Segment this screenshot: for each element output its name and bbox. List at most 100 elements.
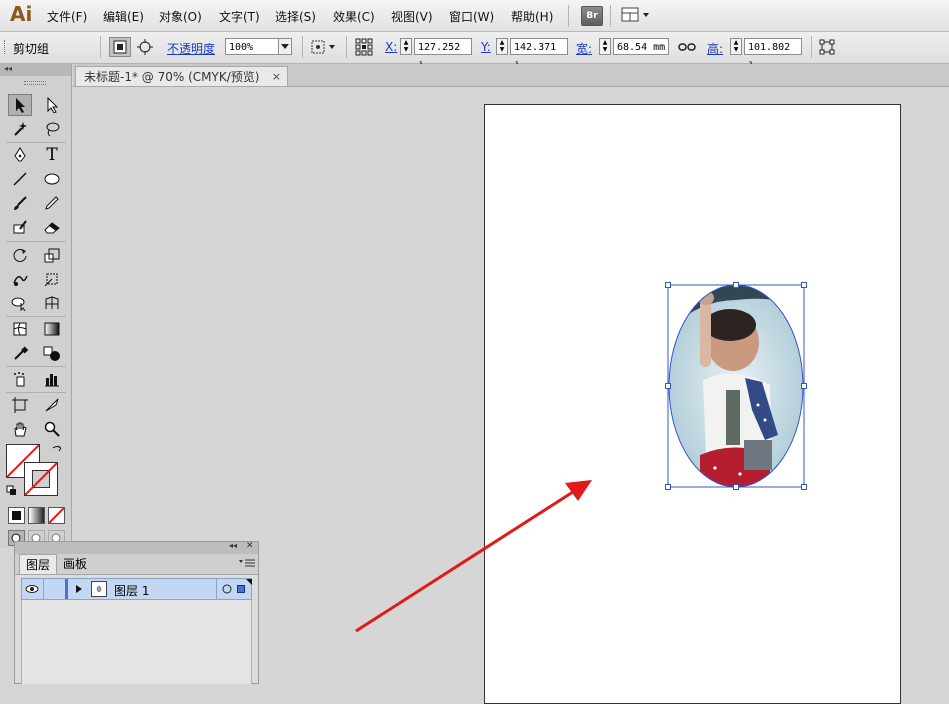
paintbrush-icon <box>14 196 27 210</box>
photo-dot <box>756 403 760 407</box>
mesh-tool[interactable] <box>8 318 32 340</box>
photo-dot <box>713 466 717 470</box>
none-mode-button[interactable] <box>48 507 65 524</box>
perspective-grid-icon <box>45 296 59 309</box>
blend-icon <box>43 346 60 361</box>
layer-row[interactable]: 图层 1 <box>21 578 252 600</box>
scale-tool[interactable] <box>40 244 64 266</box>
hand-tool[interactable] <box>8 418 32 440</box>
column-graph-icon <box>45 374 59 387</box>
ellipse-tool[interactable] <box>40 168 64 190</box>
selection-handle[interactable] <box>733 484 739 490</box>
hand-icon <box>14 422 27 437</box>
close-icon[interactable]: ✕ <box>246 541 254 551</box>
photo-hair <box>704 309 756 341</box>
photo-fist <box>698 291 714 305</box>
selection-tool[interactable] <box>8 94 32 116</box>
magic-wand-icon <box>14 122 27 136</box>
selection-indicator[interactable] <box>237 585 245 593</box>
lasso-icon <box>46 122 60 137</box>
expand-triangle-icon[interactable] <box>74 584 84 594</box>
pencil-icon <box>45 196 59 210</box>
magic-wand-tool[interactable] <box>8 118 32 140</box>
layer-name[interactable]: 图层 1 <box>114 582 149 599</box>
corner-triangle-icon <box>246 579 252 585</box>
tool-separator <box>6 392 66 393</box>
zoom-tool[interactable] <box>40 418 64 440</box>
photo-raised-arm <box>700 297 711 367</box>
default-fill-stroke-icon[interactable] <box>6 485 18 497</box>
blend-tool[interactable] <box>40 342 64 364</box>
layer-color-bar <box>65 579 68 599</box>
shape-builder-tool[interactable] <box>8 292 32 314</box>
direct-selection-arrow-icon <box>47 97 59 113</box>
panel-menu-icon[interactable] <box>239 559 255 569</box>
selection-handle[interactable] <box>733 282 739 288</box>
warp-tool[interactable] <box>8 268 32 290</box>
tool-separator <box>6 142 66 143</box>
swap-fill-stroke-icon[interactable] <box>51 444 63 456</box>
symbol-sprayer-icon <box>14 372 25 387</box>
layer-lock-toggle[interactable] <box>44 579 64 599</box>
pen-tool[interactable] <box>8 144 32 166</box>
eyedropper-tool[interactable] <box>8 342 32 364</box>
tools-grip <box>24 81 46 85</box>
pencil-tool[interactable] <box>40 192 64 214</box>
eraser-tool[interactable] <box>40 216 64 238</box>
stroke-swatch[interactable] <box>24 462 58 496</box>
selection-handle[interactable] <box>801 282 807 288</box>
selection-handle[interactable] <box>665 383 671 389</box>
type-tool-icon: T <box>46 145 58 165</box>
tools-panel-header[interactable]: ◂◂ <box>0 64 71 76</box>
tab-artboards[interactable]: 画板 <box>57 554 93 574</box>
color-mode-buttons <box>8 507 68 525</box>
collapse-icon[interactable]: ◂◂ <box>229 541 237 550</box>
tool-separator <box>6 316 66 317</box>
layers-list-area[interactable] <box>21 600 252 684</box>
photo-bag <box>744 440 772 470</box>
layers-panel-header[interactable]: ◂◂ ✕ <box>15 541 258 554</box>
type-tool[interactable]: T <box>40 144 64 166</box>
eye-icon <box>25 585 39 593</box>
mesh-icon <box>13 322 27 336</box>
gradient-mode-button[interactable] <box>28 507 45 524</box>
tool-separator <box>6 366 66 367</box>
photo-dot <box>763 418 767 422</box>
layer-row-divider <box>216 579 217 599</box>
line-segment-icon <box>13 172 27 186</box>
rotate-tool[interactable] <box>8 244 32 266</box>
layer-visibility-toggle[interactable] <box>22 579 42 599</box>
slice-tool[interactable] <box>40 394 64 416</box>
fill-stroke-widget <box>6 444 66 500</box>
column-graph-tool[interactable] <box>40 368 64 390</box>
ellipse-icon <box>44 173 60 185</box>
gradient-tool[interactable] <box>40 318 64 340</box>
layer-thumbnail <box>91 581 107 597</box>
artboard-icon <box>12 397 28 413</box>
tab-layers[interactable]: 图层 <box>19 554 58 574</box>
selection-handle[interactable] <box>665 282 671 288</box>
symbol-sprayer-tool[interactable] <box>8 368 32 390</box>
target-circle-icon[interactable] <box>221 583 233 595</box>
collapse-icon[interactable]: ◂◂ <box>4 64 12 73</box>
none-swatch-icon <box>25 463 57 495</box>
color-icon <box>12 511 21 520</box>
eraser-icon <box>44 222 60 234</box>
pen-icon <box>14 147 26 162</box>
color-mode-button[interactable] <box>8 507 25 524</box>
none-icon <box>48 507 65 524</box>
direct-selection-tool[interactable] <box>40 94 64 116</box>
blob-brush-tool[interactable] <box>8 216 32 238</box>
lasso-tool[interactable] <box>40 118 64 140</box>
artboard-tool[interactable] <box>8 394 32 416</box>
paintbrush-tool[interactable] <box>8 192 32 214</box>
shape-builder-icon <box>11 297 26 311</box>
free-transform-tool[interactable] <box>40 268 64 290</box>
gradient-icon <box>44 322 60 336</box>
selection-handle[interactable] <box>801 484 807 490</box>
selection-handle[interactable] <box>665 484 671 490</box>
selection-handle[interactable] <box>801 383 807 389</box>
eyedropper-icon <box>14 346 28 360</box>
line-segment-tool[interactable] <box>8 168 32 190</box>
perspective-grid-tool[interactable] <box>40 292 64 314</box>
